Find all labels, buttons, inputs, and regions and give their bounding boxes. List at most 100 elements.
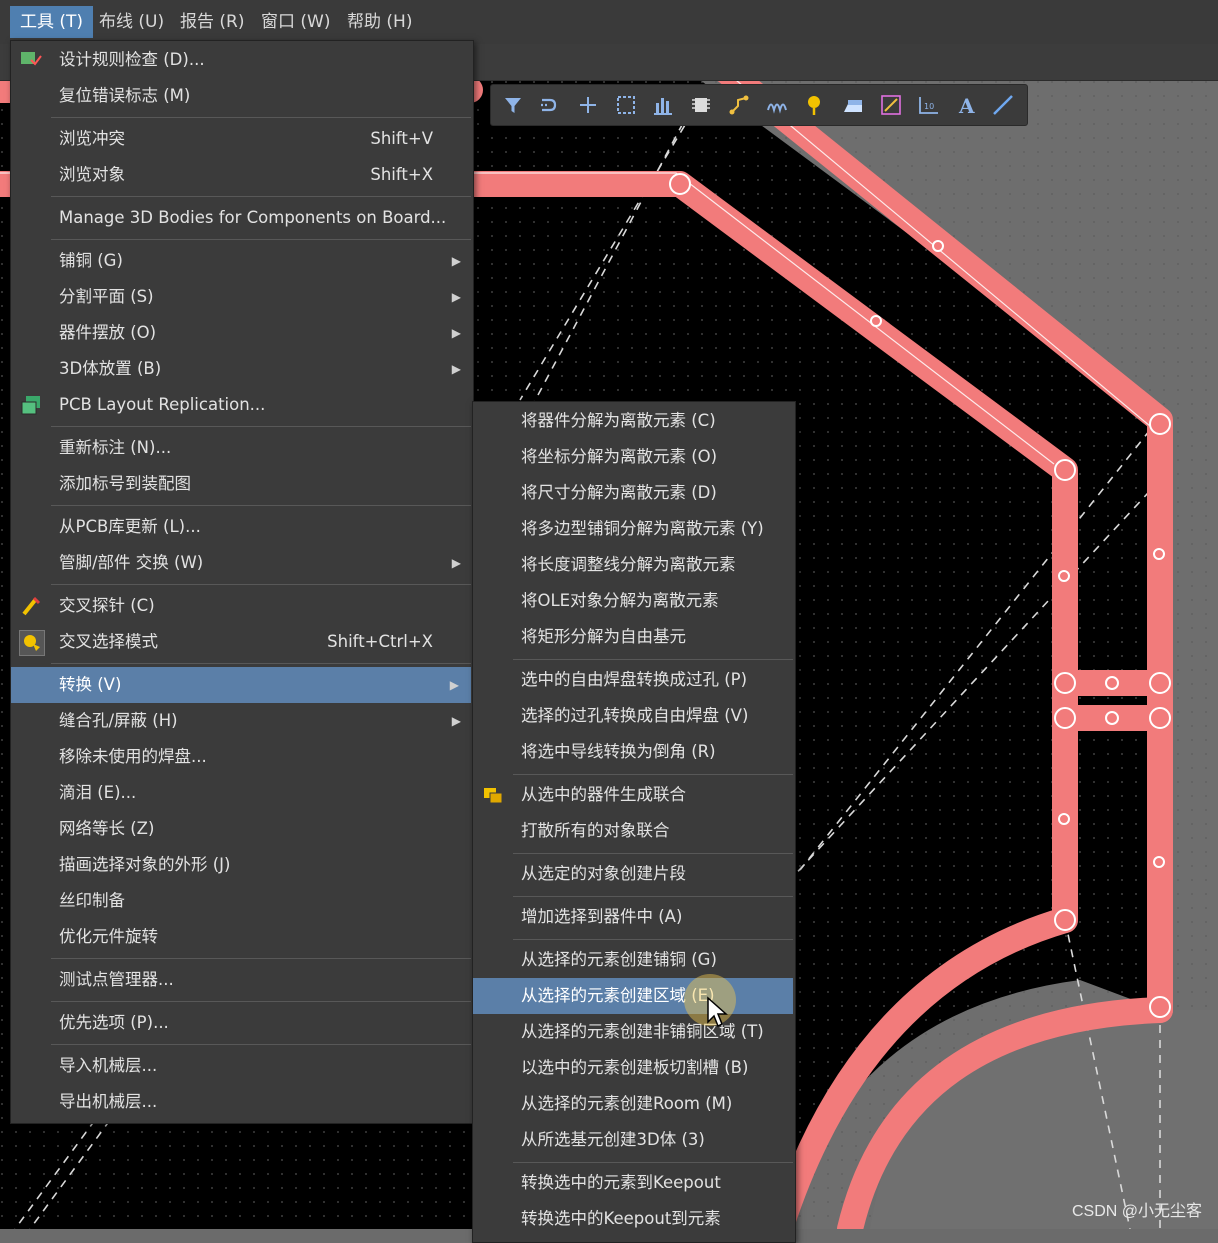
submenu-item-create-region[interactable]: 从选择的元素创建区域 (E): [473, 978, 793, 1014]
menu-item-split-planes[interactable]: 分割平面 (S) ▶: [11, 279, 473, 315]
svg-text:A: A: [958, 94, 975, 118]
submenu-arrow-icon: ▶: [451, 556, 461, 570]
convert-submenu: 将器件分解为离散元素 (C) 将坐标分解为离散元素 (O) 将尺寸分解为离散元素…: [472, 401, 796, 1243]
menu-item-import-mechanical[interactable]: 导入机械层...: [11, 1048, 473, 1084]
menu-item-label: 网络等长 (Z): [59, 819, 155, 838]
cross-icon[interactable]: [574, 91, 602, 119]
menu-item-label: 打散所有的对象联合: [521, 821, 670, 840]
menu-item-silkscreen-prep[interactable]: 丝印制备: [11, 883, 473, 919]
menu-item-label: 铺铜 (G): [59, 251, 123, 270]
menu-bar: 工具 (T) 布线 (U) 报告 (R) 窗口 (W) 帮助 (H): [0, 0, 1218, 45]
route-icon[interactable]: [536, 91, 564, 119]
menu-item-manage-3d-bodies[interactable]: Manage 3D Bodies for Components on Board…: [11, 200, 473, 236]
separator: [513, 1162, 793, 1163]
menu-item-label: 描画选择对象的外形 (J): [59, 855, 231, 874]
line-icon[interactable]: [989, 91, 1017, 119]
menu-item-outline-selected[interactable]: 描画选择对象的外形 (J): [11, 847, 473, 883]
menu-item-3d-body-placement[interactable]: 3D体放置 (B) ▶: [11, 351, 473, 387]
menu-item-label: 缝合孔/屏蔽 (H): [59, 711, 178, 730]
separator: [513, 896, 793, 897]
mouse-pointer-icon: [707, 996, 728, 1028]
tools-menu: 设计规则检查 (D)... 复位错误标志 (M) 浏览冲突 Shift+V 浏览对…: [10, 40, 474, 1124]
menu-item-re-annotate[interactable]: 重新标注 (N)...: [11, 430, 473, 466]
submenu-item[interactable]: 转换选中的Keepout到元素: [473, 1201, 795, 1237]
menu-reports[interactable]: 报告 (R): [170, 6, 254, 38]
menu-item-label: 从选定的对象创建片段: [521, 864, 686, 883]
menu-item-testpoint-manager[interactable]: 测试点管理器...: [11, 962, 473, 998]
menu-item-layout-replication[interactable]: PCB Layout Replication...: [11, 387, 473, 423]
menu-item-optimize-rotation[interactable]: 优化元件旋转: [11, 919, 473, 955]
submenu-item[interactable]: 选中的自由焊盘转换成过孔 (P): [473, 662, 795, 698]
menu-item-remove-unused-pads[interactable]: 移除未使用的焊盘...: [11, 739, 473, 775]
submenu-item[interactable]: 从所选基元创建3D体 (3): [473, 1122, 795, 1158]
interactive-route-icon[interactable]: [725, 91, 753, 119]
replication-icon: [19, 393, 43, 417]
submenu-item[interactable]: 将坐标分解为离散元素 (O): [473, 439, 795, 475]
menu-item-label: 移除未使用的焊盘...: [59, 747, 207, 766]
dimension-icon[interactable]: 10: [915, 91, 943, 119]
submenu-item[interactable]: 从选定的对象创建片段: [473, 856, 795, 892]
menu-item-cross-probe[interactable]: 交叉探针 (C): [11, 588, 473, 624]
menu-item-label: 将尺寸分解为离散元素 (D): [521, 483, 717, 502]
menu-item-pin-swap[interactable]: 管脚/部件 交换 (W) ▶: [11, 545, 473, 581]
menu-item-update-from-library[interactable]: 从PCB库更新 (L)...: [11, 509, 473, 545]
menu-route[interactable]: 布线 (U): [89, 6, 174, 38]
submenu-item[interactable]: 从选择的元素创建Room (M): [473, 1086, 795, 1122]
menu-item-label: 将长度调整线分解为离散元素: [521, 555, 736, 574]
menu-item-browse-violations[interactable]: 浏览冲突 Shift+V: [11, 121, 473, 157]
component-icon[interactable]: [687, 91, 715, 119]
area-icon[interactable]: [839, 91, 867, 119]
menu-item-drc[interactable]: 设计规则检查 (D)...: [11, 42, 473, 78]
menu-item-polygon-pours[interactable]: 铺铜 (G) ▶: [11, 243, 473, 279]
submenu-item[interactable]: 增加选择到器件中 (A): [473, 899, 795, 935]
submenu-item[interactable]: 转换选中的元素到Keepout: [473, 1165, 795, 1201]
pin-icon[interactable]: [801, 91, 829, 119]
menu-item-label: 复位错误标志 (M): [59, 86, 191, 105]
filter-icon[interactable]: [499, 91, 527, 119]
menu-item-label: 转换选中的元素到Keepout: [521, 1173, 721, 1192]
menu-item-teardrops[interactable]: 滴泪 (E)...: [11, 775, 473, 811]
menu-window[interactable]: 窗口 (W): [251, 6, 340, 38]
menu-item-label: 转换选中的Keepout到元素: [521, 1209, 721, 1228]
menu-item-via-stitching[interactable]: 缝合孔/屏蔽 (H) ▶: [11, 703, 473, 739]
text-icon[interactable]: A: [953, 91, 981, 119]
menu-item-preferences[interactable]: 优先选项 (P)...: [11, 1005, 473, 1041]
menu-item-label: 将矩形分解为自由基元: [521, 627, 686, 646]
menu-item-browse-objects[interactable]: 浏览对象 Shift+X: [11, 157, 473, 193]
submenu-item[interactable]: 打散所有的对象联合: [473, 813, 795, 849]
menu-item-label: PCB Layout Replication...: [59, 395, 266, 414]
menu-item-export-mechanical[interactable]: 导出机械层...: [11, 1084, 473, 1120]
menu-help[interactable]: 帮助 (H): [337, 6, 422, 38]
submenu-item[interactable]: 从选中的器件生成联合: [473, 777, 795, 813]
submenu-item[interactable]: 将矩形分解为自由基元: [473, 619, 795, 655]
submenu-item[interactable]: 将选中导线转换为倒角 (R): [473, 734, 795, 770]
select-rect-icon[interactable]: [612, 91, 640, 119]
menu-item-equalize-net-lengths[interactable]: 网络等长 (Z): [11, 811, 473, 847]
submenu-item[interactable]: 以选中的元素创建板切割槽 (B): [473, 1050, 795, 1086]
submenu-arrow-icon: ▶: [451, 290, 461, 304]
menu-item-label: 交叉探针 (C): [59, 596, 155, 615]
submenu-item[interactable]: 选择的过孔转换成自由焊盘 (V): [473, 698, 795, 734]
active-bar-toolbar: 10 A: [490, 84, 1028, 126]
chart-icon[interactable]: [649, 91, 677, 119]
menu-item-label: 从选择的元素创建Room (M): [521, 1094, 733, 1113]
submenu-item[interactable]: 将器件分解为离散元素 (C): [473, 403, 795, 439]
menu-tools[interactable]: 工具 (T): [10, 6, 94, 38]
submenu-item[interactable]: 将长度调整线分解为离散元素: [473, 547, 795, 583]
submenu-item[interactable]: 从选择的元素创建非铺铜区域 (T): [473, 1014, 795, 1050]
menu-item-cross-select-mode[interactable]: 交叉选择模式 Shift+Ctrl+X: [11, 624, 473, 660]
submenu-item[interactable]: 将尺寸分解为离散元素 (D): [473, 475, 795, 511]
separator: [51, 584, 471, 585]
diff-pair-icon[interactable]: [763, 91, 791, 119]
menu-item-component-placement[interactable]: 器件摆放 (O) ▶: [11, 315, 473, 351]
submenu-item[interactable]: 将多边型铺铜分解为离散元素 (Y): [473, 511, 795, 547]
menu-item-label: 设计规则检查 (D)...: [59, 50, 205, 69]
submenu-item[interactable]: 将OLE对象分解为离散元素: [473, 583, 795, 619]
menu-item-convert[interactable]: 转换 (V) ▶: [11, 667, 471, 703]
submenu-item[interactable]: 从选择的元素创建铺铜 (G): [473, 942, 795, 978]
menu-item-add-designators[interactable]: 添加标号到装配图: [11, 466, 473, 502]
trace-icon[interactable]: [877, 91, 905, 119]
submenu-arrow-icon: ▶: [451, 362, 461, 376]
menu-item-reset-errors[interactable]: 复位错误标志 (M): [11, 78, 473, 114]
separator: [513, 853, 793, 854]
